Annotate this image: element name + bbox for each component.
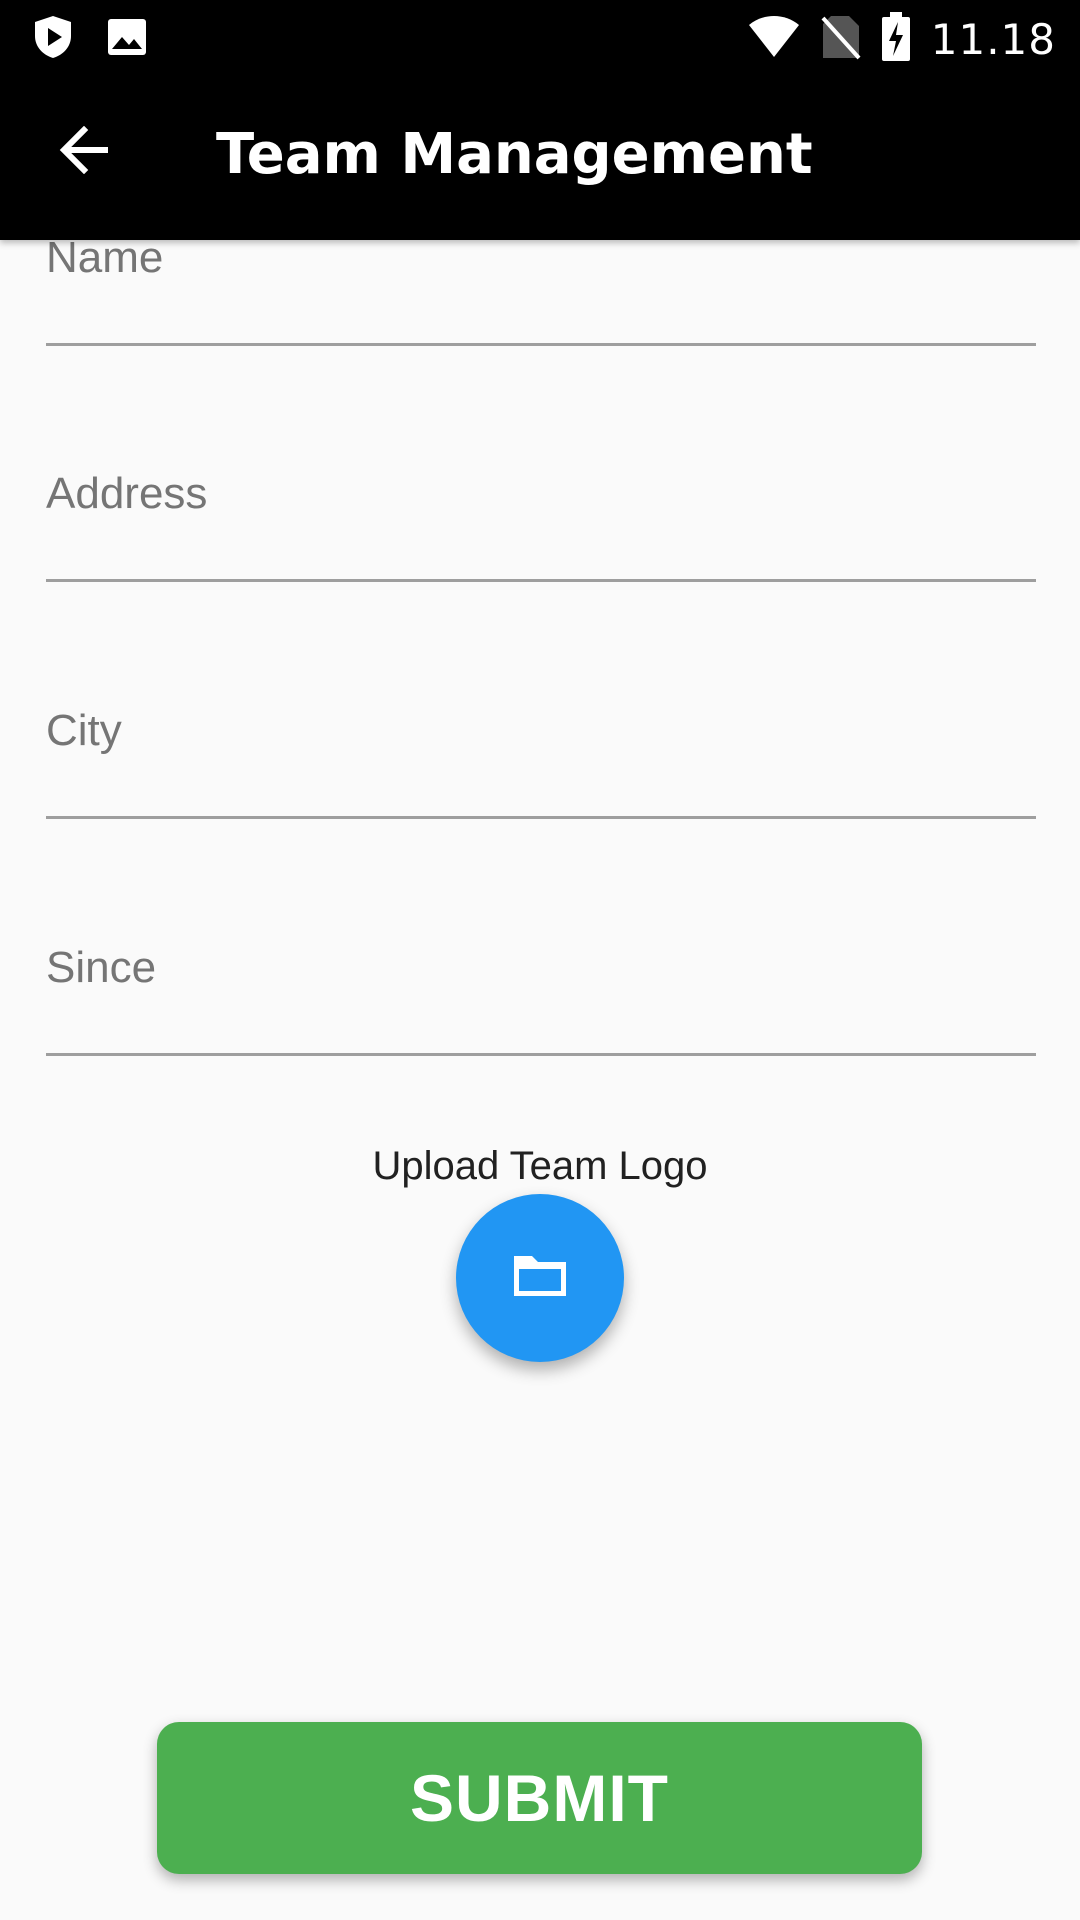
back-button[interactable] xyxy=(44,112,124,192)
status-time: 11.18 xyxy=(930,15,1056,64)
submit-button[interactable]: SUBMIT xyxy=(157,1722,922,1874)
app-bar: Team Management xyxy=(0,72,1080,240)
address-field[interactable]: Address xyxy=(46,469,1036,582)
name-field-placeholder: Name xyxy=(46,233,164,282)
since-field-placeholder: Since xyxy=(46,943,157,992)
folder-icon xyxy=(510,1252,570,1305)
upload-logo-button[interactable] xyxy=(456,1194,624,1362)
upload-logo-label: Upload Team Logo xyxy=(372,1144,708,1188)
name-field[interactable]: Name xyxy=(46,233,1036,346)
address-field-placeholder: Address xyxy=(46,469,208,518)
city-field-placeholder: City xyxy=(46,706,122,755)
shield-play-icon xyxy=(32,14,74,65)
page-title: Team Management xyxy=(216,122,813,187)
wifi-icon xyxy=(747,15,801,64)
city-field[interactable]: City xyxy=(46,706,1036,819)
since-field[interactable]: Since xyxy=(46,943,1036,1056)
image-icon xyxy=(106,17,148,62)
no-sim-icon xyxy=(821,14,861,65)
battery-charging-icon xyxy=(881,12,911,67)
arrow-back-icon xyxy=(58,125,110,179)
status-bar: 11.18 xyxy=(0,0,1080,72)
